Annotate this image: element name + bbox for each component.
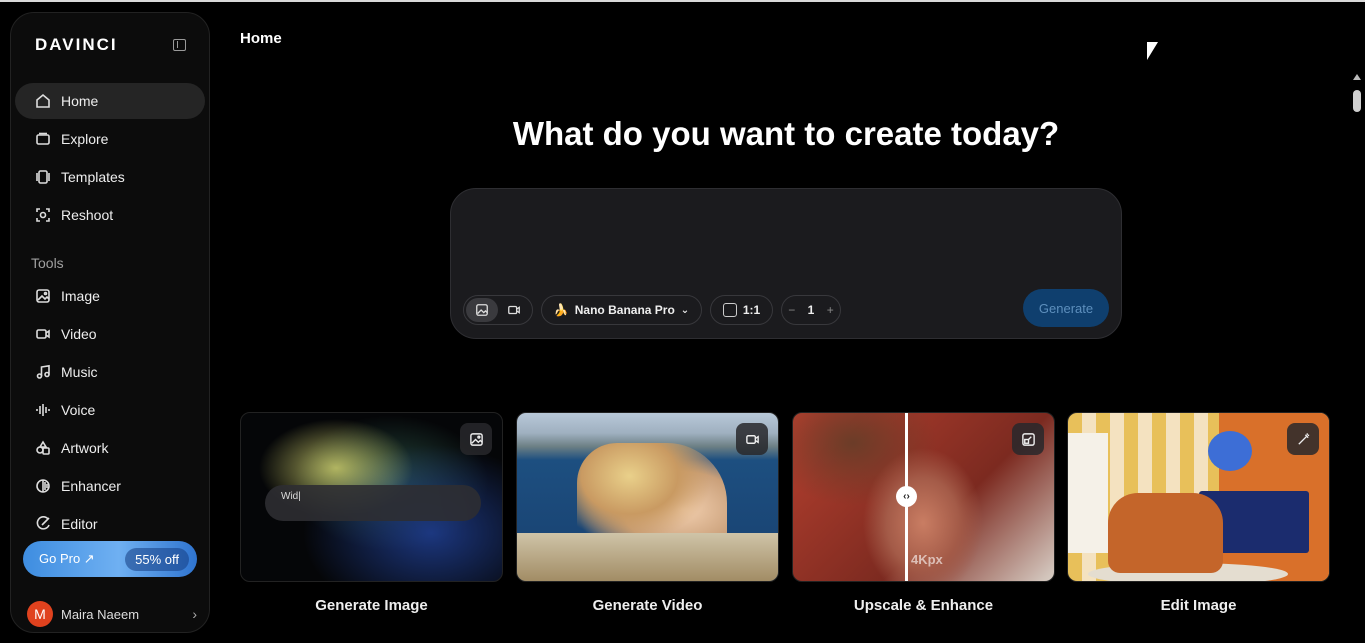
templates-icon <box>35 169 51 185</box>
go-pro-button[interactable]: Go Pro ↗ 55% off <box>23 541 197 577</box>
model-label: Nano Banana Pro <box>574 303 675 317</box>
explore-icon <box>35 131 51 147</box>
editor-icon <box>35 516 51 532</box>
sidebar-item-label: Home <box>61 93 99 109</box>
reshoot-icon <box>35 207 51 223</box>
decrement-button[interactable]: − <box>788 303 795 317</box>
video-icon <box>35 326 51 342</box>
preview-image-detail <box>1208 431 1252 471</box>
sidebar-item-label: Voice <box>61 402 96 418</box>
prompt-composer: 🍌 Nano Banana Pro ⌄ 1:1 − 1 + Generate <box>450 188 1122 339</box>
image-icon <box>460 423 492 455</box>
sidebar-item-label: Reshoot <box>61 207 114 223</box>
typing-preview: Wid| <box>265 485 481 521</box>
page-title: Home <box>240 30 282 47</box>
resolution-label: 4Kpx <box>911 552 943 567</box>
image-mode-button[interactable] <box>466 298 498 322</box>
model-select[interactable]: 🍌 Nano Banana Pro ⌄ <box>541 295 702 325</box>
image-icon <box>35 288 51 304</box>
preview-image-detail <box>1068 433 1108 553</box>
sidebar-item-label: Explore <box>61 131 109 147</box>
edit-brush-icon <box>1287 423 1319 455</box>
sidebar-item-editor[interactable]: Editor <box>15 506 205 542</box>
card-label: Upscale & Enhance <box>853 597 994 614</box>
sidebar-item-home[interactable]: Home <box>15 83 205 119</box>
user-menu[interactable]: M Maira Naeem › <box>27 601 197 627</box>
scrollbar-thumb[interactable] <box>1353 90 1361 112</box>
generate-video-card[interactable] <box>516 412 779 582</box>
sidebar-item-voice[interactable]: Voice <box>15 392 205 428</box>
sidebar-item-artwork[interactable]: Artwork <box>15 430 205 466</box>
card-label: Generate Video <box>592 597 703 614</box>
sidebar-item-image[interactable]: Image <box>15 278 205 314</box>
banana-icon: 🍌 <box>553 303 569 317</box>
sidebar-item-templates[interactable]: Templates <box>15 159 205 195</box>
prompt-input[interactable] <box>471 205 1101 285</box>
mode-toggle <box>463 295 533 325</box>
video-icon <box>736 423 768 455</box>
generate-image-card[interactable]: Wid| <box>240 412 503 582</box>
count-stepper: − 1 + <box>781 295 841 325</box>
sidebar-item-label: Image <box>61 288 100 304</box>
sidebar-item-label: Enhancer <box>61 478 121 494</box>
count-value: 1 <box>807 303 815 317</box>
chevron-down-icon: ⌄ <box>680 304 690 316</box>
sidebar-item-explore[interactable]: Explore <box>15 121 205 157</box>
music-icon <box>35 364 51 380</box>
comparison-handle[interactable]: ‹› <box>896 486 917 507</box>
user-name: Maira Naeem <box>61 606 140 622</box>
preview-image-detail <box>1108 493 1223 573</box>
upscale-icon <box>1012 423 1044 455</box>
generate-button[interactable]: Generate <box>1023 289 1109 327</box>
avatar: M <box>27 601 53 627</box>
sidebar-item-label: Music <box>61 364 98 380</box>
sidebar-collapse-icon[interactable] <box>173 39 186 51</box>
sidebar-item-enhancer[interactable]: Enhancer <box>15 468 205 504</box>
go-pro-label: Go Pro ↗ <box>39 551 95 566</box>
sidebar-item-label: Video <box>61 326 97 342</box>
aspect-ratio-select[interactable]: 1:1 <box>710 295 773 325</box>
increment-button[interactable]: + <box>827 303 834 317</box>
card-label: Edit Image <box>1160 597 1237 614</box>
aspect-ratio-icon <box>722 303 737 317</box>
voice-icon <box>35 402 51 418</box>
scroll-up-icon[interactable] <box>1353 74 1361 80</box>
tools-section-label: Tools <box>31 255 64 271</box>
enhancer-icon <box>35 478 51 494</box>
chevron-right-icon: › <box>192 606 197 622</box>
image-icon <box>476 304 488 316</box>
mouse-cursor-icon <box>1147 42 1158 60</box>
brand-logo[interactable]: DAVINCI <box>35 35 118 55</box>
home-icon <box>35 93 51 109</box>
scrollbar[interactable] <box>1351 72 1363 643</box>
hero-headline: What do you want to create today? <box>512 115 1060 152</box>
sidebar: DAVINCI Home Explore Templates Reshoot T… <box>10 12 210 633</box>
artwork-icon <box>35 440 51 456</box>
edit-image-card[interactable] <box>1067 412 1330 582</box>
sidebar-item-label: Editor <box>61 516 98 532</box>
card-label: Generate Image <box>315 597 428 614</box>
sidebar-item-music[interactable]: Music <box>15 354 205 390</box>
sidebar-item-label: Artwork <box>61 440 109 456</box>
video-mode-button[interactable] <box>498 298 530 322</box>
sidebar-item-reshoot[interactable]: Reshoot <box>15 197 205 233</box>
sidebar-item-video[interactable]: Video <box>15 316 205 352</box>
discount-badge: 55% off <box>125 547 189 571</box>
preview-image-detail <box>517 533 778 581</box>
upscale-enhance-card[interactable]: ‹› 4Kpx <box>792 412 1055 582</box>
sidebar-item-label: Templates <box>61 169 125 185</box>
aspect-ratio-label: 1:1 <box>742 303 761 317</box>
video-icon <box>508 305 520 315</box>
